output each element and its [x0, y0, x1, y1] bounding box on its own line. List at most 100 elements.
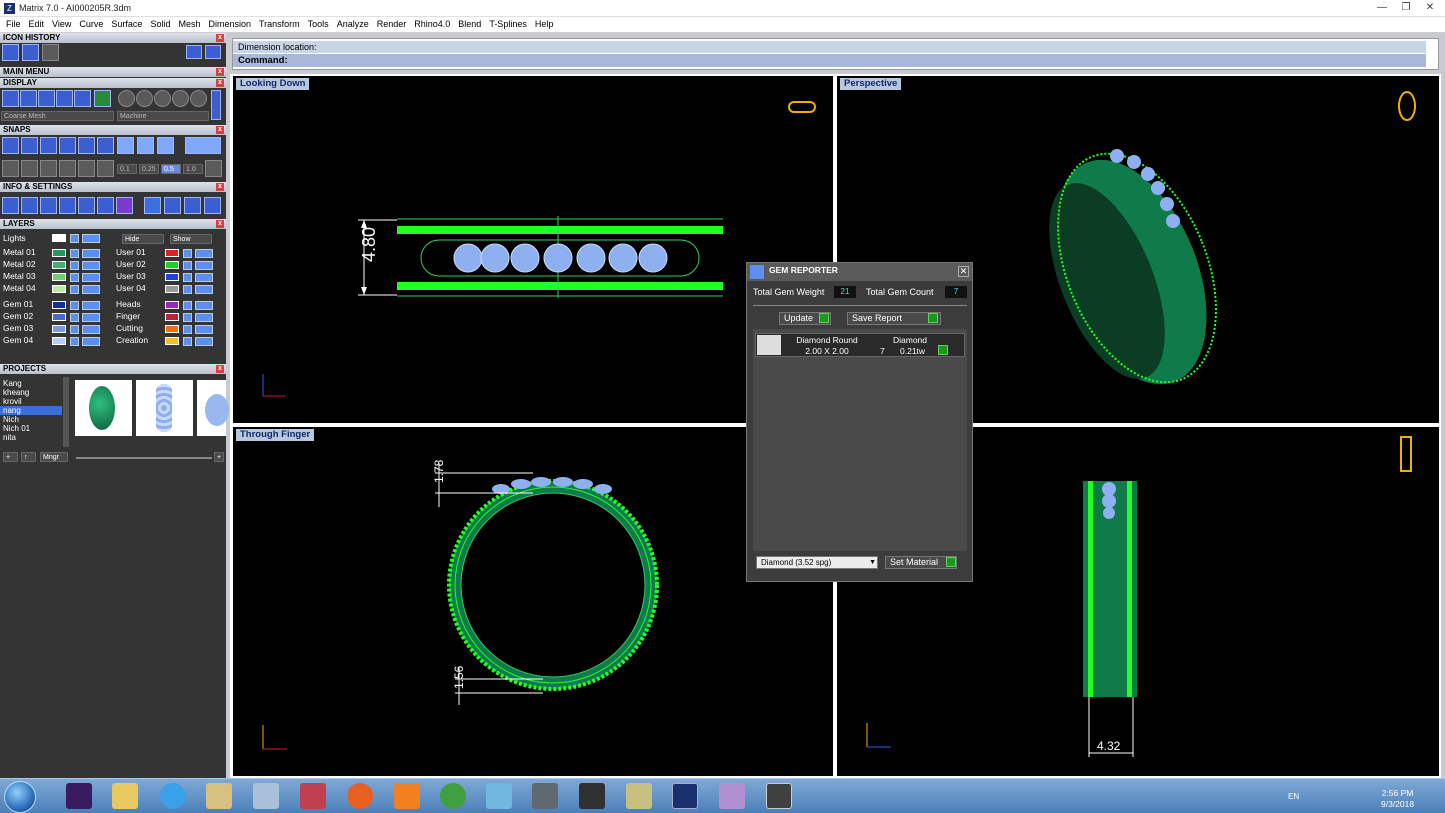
- lock-icon[interactable]: [70, 285, 79, 294]
- display-mesh-select[interactable]: Coarse Mesh: [1, 111, 114, 121]
- hide-button[interactable]: Hide: [122, 234, 164, 244]
- snap-cross-icon[interactable]: [40, 137, 57, 154]
- display-sphere-icon[interactable]: [56, 90, 73, 107]
- lock-icon[interactable]: [70, 301, 79, 310]
- display-wireframe-icon[interactable]: [2, 90, 19, 107]
- project-item[interactable]: kheang: [0, 388, 62, 397]
- layer-color-swatch[interactable]: [52, 285, 66, 293]
- up-icon[interactable]: ↑: [21, 452, 36, 462]
- display-grid-icon[interactable]: [94, 90, 111, 107]
- project-item-selected[interactable]: nang: [0, 406, 62, 415]
- menu-mesh[interactable]: Mesh: [174, 17, 204, 32]
- visibility-icon[interactable]: [195, 273, 213, 282]
- snaps-header[interactable]: SNAPS x: [0, 125, 226, 135]
- visibility-icon[interactable]: [82, 313, 100, 322]
- menu-help[interactable]: Help: [531, 17, 558, 32]
- project-item[interactable]: nita: [0, 433, 62, 442]
- visibility-icon[interactable]: [82, 337, 100, 346]
- zbrush-icon[interactable]: [579, 783, 605, 809]
- close-icon[interactable]: x: [216, 365, 224, 373]
- tools-wrench-icon[interactable]: [21, 197, 38, 214]
- snap-value-05[interactable]: 0.5: [161, 164, 181, 174]
- snap-tool-icon[interactable]: [59, 160, 76, 177]
- snap-tool-icon[interactable]: [97, 160, 114, 177]
- viewport-through-finger[interactable]: Through Finger 1.78 1.56: [233, 427, 833, 776]
- app-icon[interactable]: [532, 783, 558, 809]
- lock-icon[interactable]: [70, 234, 79, 243]
- layer-color-swatch[interactable]: [165, 313, 179, 321]
- gem-row[interactable]: Diamond Round 2.00 X 2.00 Diamond 7 0.21…: [755, 333, 965, 357]
- lamp-icon[interactable]: [97, 197, 114, 214]
- layer-color-swatch[interactable]: [52, 301, 66, 309]
- visibility-icon[interactable]: [82, 261, 100, 270]
- add-project-icon[interactable]: +: [3, 452, 18, 462]
- layer-color-swatch[interactable]: [52, 337, 66, 345]
- matrix-icon[interactable]: [672, 783, 698, 809]
- menu-rhino[interactable]: Rhino4.0: [410, 17, 454, 32]
- chrome-icon[interactable]: [440, 783, 466, 809]
- close-icon[interactable]: x: [216, 34, 224, 42]
- display-material-select[interactable]: Machine: [117, 111, 209, 121]
- visibility-icon[interactable]: [195, 337, 213, 346]
- history-back-icon[interactable]: [186, 45, 202, 59]
- close-icon[interactable]: x: [216, 79, 224, 87]
- lock-icon[interactable]: [70, 249, 79, 258]
- language-indicator[interactable]: EN: [1288, 792, 1299, 801]
- menu-file[interactable]: File: [0, 17, 25, 32]
- command-line[interactable]: Command:: [233, 54, 1426, 67]
- material-select[interactable]: Diamond (3.52 spg) ▼: [756, 556, 878, 569]
- lock-icon[interactable]: [70, 325, 79, 334]
- lock-icon[interactable]: [70, 261, 79, 270]
- display-shaded-icon[interactable]: [20, 90, 37, 107]
- save-report-button[interactable]: Save Report: [847, 312, 941, 325]
- project-scrollbar[interactable]: [63, 377, 69, 447]
- lock-icon[interactable]: [183, 325, 192, 334]
- project-list[interactable]: Kang kheang krovil nang Nich Nich 01 nit…: [0, 379, 62, 445]
- add-icon[interactable]: +: [214, 452, 224, 462]
- close-icon[interactable]: x: [216, 68, 224, 76]
- lock-icon[interactable]: [183, 273, 192, 282]
- visibility-icon[interactable]: [195, 325, 213, 334]
- material-ball-icon[interactable]: [172, 90, 189, 107]
- project-item[interactable]: Nich: [0, 415, 62, 424]
- snap-curve-icon[interactable]: [21, 137, 38, 154]
- play-icon[interactable]: [938, 345, 948, 355]
- premiere-icon[interactable]: [66, 783, 92, 809]
- layer-color-swatch[interactable]: [165, 325, 179, 333]
- layer-color-swatch[interactable]: [52, 313, 66, 321]
- history-icon-3[interactable]: [42, 44, 59, 61]
- project-item[interactable]: Nich 01: [0, 424, 62, 433]
- menu-solid[interactable]: Solid: [146, 17, 174, 32]
- snap-grid-icon[interactable]: [2, 137, 19, 154]
- explorer-icon[interactable]: [206, 783, 232, 809]
- lock-icon[interactable]: [183, 313, 192, 322]
- layer-color-swatch[interactable]: [165, 301, 179, 309]
- calculator-icon[interactable]: [253, 783, 279, 809]
- snap-ortho-button[interactable]: [185, 137, 221, 154]
- visibility-icon[interactable]: [82, 301, 100, 310]
- menu-curve[interactable]: Curve: [75, 17, 107, 32]
- display-header[interactable]: DISPLAY x: [0, 78, 226, 88]
- project-thumbnail[interactable]: 2: [136, 380, 193, 436]
- box-icon[interactable]: [59, 197, 76, 214]
- visibility-icon[interactable]: [195, 285, 213, 294]
- lock-icon[interactable]: [70, 337, 79, 346]
- lock-icon[interactable]: [183, 249, 192, 258]
- visibility-icon[interactable]: [82, 273, 100, 282]
- settings-gear-icon[interactable]: [2, 197, 19, 214]
- snap-mid-icon[interactable]: [137, 137, 154, 154]
- layer-color-swatch[interactable]: [165, 249, 179, 257]
- layer-color-swatch[interactable]: [165, 285, 179, 293]
- manager-button[interactable]: Mngr: [40, 452, 68, 462]
- app-icon[interactable]: [766, 783, 792, 809]
- menu-tools[interactable]: Tools: [304, 17, 333, 32]
- close-icon[interactable]: x: [216, 183, 224, 191]
- menu-edit[interactable]: Edit: [25, 17, 49, 32]
- snap-grid-toggle-icon[interactable]: [205, 160, 222, 177]
- layers-header[interactable]: LAYERS x: [0, 219, 226, 229]
- start-button[interactable]: [4, 781, 36, 813]
- project-item[interactable]: Kang: [0, 379, 62, 388]
- history-forward-icon[interactable]: [205, 45, 221, 59]
- material-ball-icon[interactable]: [118, 90, 135, 107]
- snap-value-025[interactable]: 0.25: [139, 164, 159, 174]
